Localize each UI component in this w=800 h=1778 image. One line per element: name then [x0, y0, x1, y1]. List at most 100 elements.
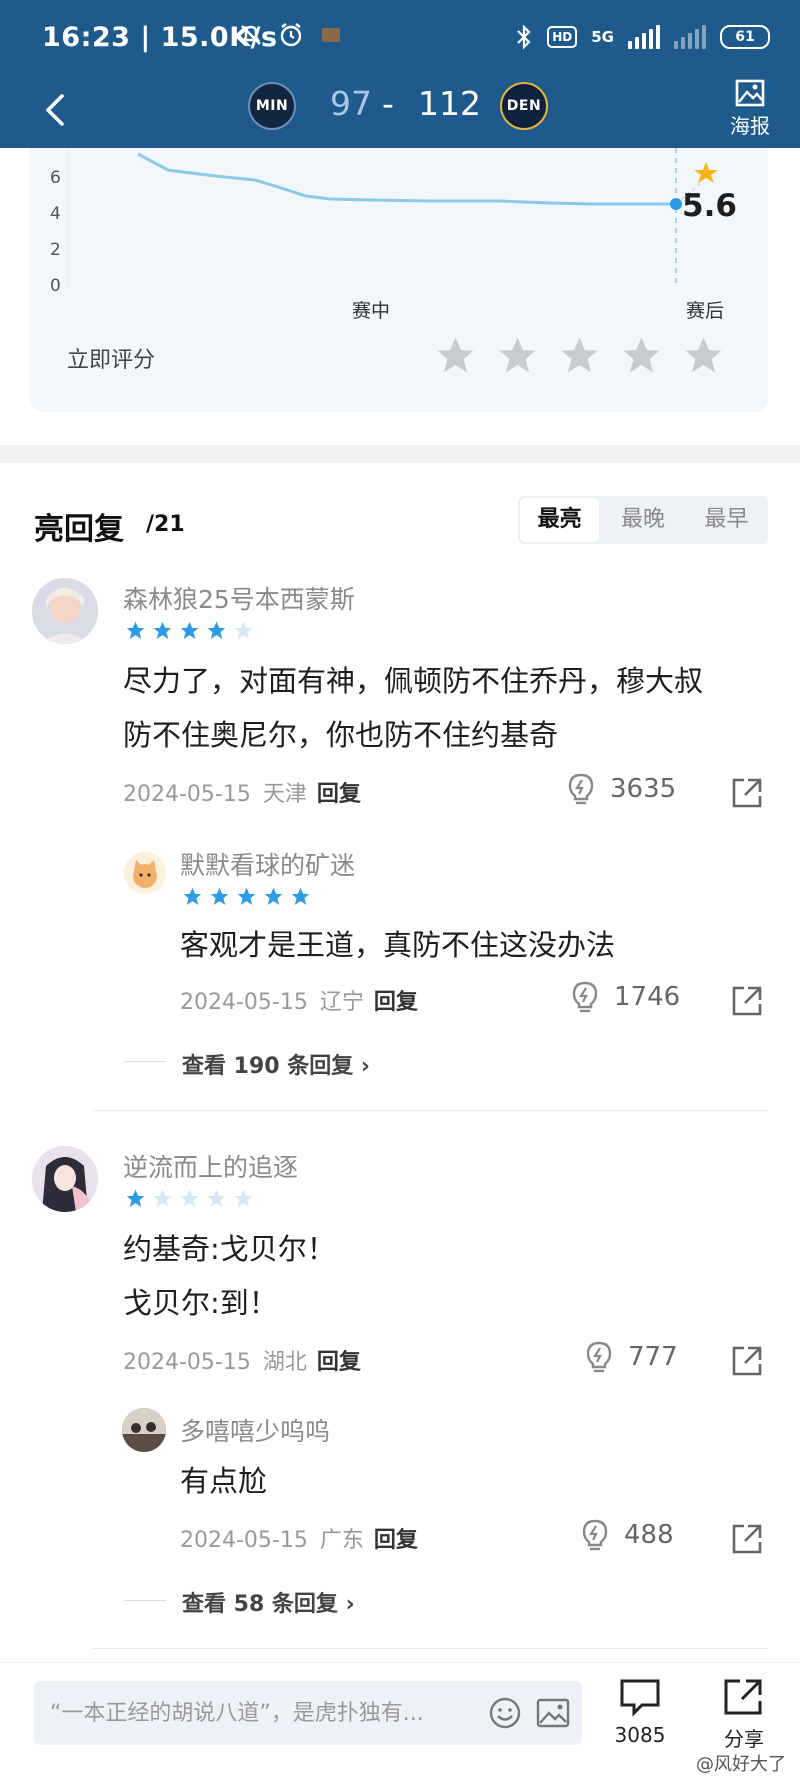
gold-star-icon — [694, 162, 718, 183]
comment-divider — [92, 1110, 768, 1111]
filled-star-icon — [237, 887, 256, 905]
filled-star-icon — [210, 887, 229, 905]
anime-avatar — [32, 1146, 98, 1212]
game-nav: MIN 97 - 112 DEN 海报 — [0, 78, 800, 148]
rate-star-1-icon[interactable] — [434, 334, 477, 377]
comments-button[interactable]: 3085 — [600, 1677, 680, 1747]
status-bar: 16:23 | 15.0K/s HD 5G 61 — [0, 0, 800, 78]
reply-link[interactable]: 回复 — [317, 1350, 361, 1375]
final-point — [670, 198, 682, 210]
bottom-bar: 3085 分享 — [0, 1662, 800, 1778]
avatar[interactable] — [124, 852, 166, 894]
comment-input-box[interactable] — [34, 1681, 582, 1745]
away-score: 112 — [418, 84, 481, 123]
reply-date: 2024-05-15 — [180, 990, 308, 1015]
filled-star-icon — [153, 621, 172, 639]
tab-latest[interactable]: 最晚 — [603, 498, 682, 542]
rating-trend-line — [137, 152, 676, 206]
view-more-replies[interactable]: 查看 190 条回复 › — [182, 1048, 370, 1080]
lightbulb-icon — [582, 1519, 608, 1551]
avatar[interactable] — [32, 1146, 98, 1212]
rate-star-5-icon[interactable] — [682, 334, 725, 377]
home-team-logo[interactable]: MIN — [248, 82, 296, 130]
hd-badge: HD — [547, 26, 578, 48]
comment-line: 约基奇:戈贝尔！ — [123, 1232, 336, 1266]
empty-star-icon — [207, 1189, 226, 1207]
like-button[interactable]: 777 — [584, 1340, 678, 1374]
view-more-replies[interactable]: 查看 58 条回复 › — [182, 1586, 355, 1618]
home-team-abbr: MIN — [255, 98, 289, 114]
reply-location: 辽宁 — [319, 990, 364, 1015]
share-icon — [724, 1679, 762, 1715]
sort-tabs: 最亮 最晚 最早 — [518, 496, 768, 544]
like-button[interactable]: 3635 — [566, 772, 676, 806]
status-right: HD 5G 61 — [515, 24, 770, 50]
share-icon[interactable] — [730, 984, 764, 1018]
tab-earliest[interactable]: 最早 — [687, 498, 766, 542]
empty-star-icon — [234, 621, 253, 639]
comment-location: 湖北 — [262, 1350, 307, 1375]
comment-user[interactable]: 森林狼25号本西蒙斯 — [123, 580, 355, 616]
cat-avatar — [124, 852, 166, 894]
share-icon[interactable] — [730, 1344, 764, 1378]
share-label: 分享 — [724, 1727, 764, 1751]
avatar[interactable] — [32, 578, 98, 644]
x-label-post: 赛后 — [686, 300, 725, 322]
like-count: 488 — [624, 1520, 674, 1550]
away-team-abbr: DEN — [506, 98, 542, 114]
share-icon[interactable] — [730, 1522, 764, 1556]
section-divider — [0, 445, 800, 463]
image-icon[interactable] — [536, 1697, 570, 1729]
comment-line: 戈贝尔:到！ — [123, 1286, 278, 1320]
comment-date: 2024-05-15 — [123, 1350, 251, 1375]
rate-prompt: 立即评分 — [67, 348, 156, 373]
comment-bubble-icon — [620, 1679, 660, 1717]
bluetooth-icon — [517, 24, 531, 50]
watermark: @风好大了 — [696, 1754, 786, 1775]
reply-meta: 2024-05-15 广东 回复 — [180, 1522, 418, 1554]
rate-star-3-icon[interactable] — [558, 334, 601, 377]
rating-trend-chart: 6 4 2 0 5.6 — [50, 148, 737, 296]
back-arrow-icon[interactable] — [38, 88, 74, 132]
signal-icon — [628, 25, 660, 49]
comment-date: 2024-05-15 — [123, 782, 251, 807]
lightbulb-icon — [568, 773, 594, 805]
alarm-icon — [280, 23, 302, 47]
reply-date: 2024-05-15 — [180, 1528, 308, 1553]
share-button[interactable]: 分享 — [704, 1677, 784, 1752]
reply-user[interactable]: 默默看球的矿迷 — [180, 846, 355, 882]
comment-input[interactable] — [50, 1681, 470, 1745]
like-button[interactable]: 488 — [580, 1518, 674, 1552]
like-count: 777 — [628, 1342, 678, 1372]
rate-stars — [434, 334, 725, 377]
y-tick-label: 2 — [50, 240, 61, 260]
rate-star-4-icon[interactable] — [620, 334, 663, 377]
final-rating: 5.6 — [682, 188, 737, 224]
empty-star-icon — [234, 1189, 253, 1207]
y-tick-label: 0 — [50, 276, 61, 296]
empty-star-icon — [180, 1189, 199, 1207]
y-tick-label: 4 — [50, 204, 61, 224]
reply-link[interactable]: 回复 — [374, 990, 418, 1015]
comment-location: 天津 — [262, 782, 307, 807]
mute-icon — [241, 25, 261, 45]
more-line — [124, 1061, 166, 1062]
away-team-logo[interactable]: DEN — [500, 82, 548, 130]
like-button[interactable]: 1746 — [570, 980, 680, 1014]
emoji-icon[interactable] — [488, 1696, 522, 1730]
reply-link[interactable]: 回复 — [317, 782, 361, 807]
comment-line: 尽力了，对面有神，佩顿防不住乔丹，穆大叔 — [123, 664, 704, 698]
like-count: 3635 — [610, 774, 677, 804]
reply-user[interactable]: 多嘻嘻少呜呜 — [180, 1412, 330, 1448]
reply-body: 客观才是王道，真防不住这没办法 — [180, 928, 616, 962]
reply-link[interactable]: 回复 — [374, 1528, 418, 1553]
filled-star-icon — [126, 621, 145, 639]
home-score: 97 — [330, 84, 372, 123]
poster-button[interactable]: 海报 — [722, 78, 778, 139]
comment-user[interactable]: 逆流而上的追逐 — [123, 1148, 298, 1184]
like-count: 1746 — [614, 982, 681, 1012]
rate-star-2-icon[interactable] — [496, 334, 539, 377]
share-icon[interactable] — [730, 776, 764, 810]
tab-hottest[interactable]: 最亮 — [520, 498, 600, 542]
avatar[interactable] — [122, 1408, 166, 1452]
